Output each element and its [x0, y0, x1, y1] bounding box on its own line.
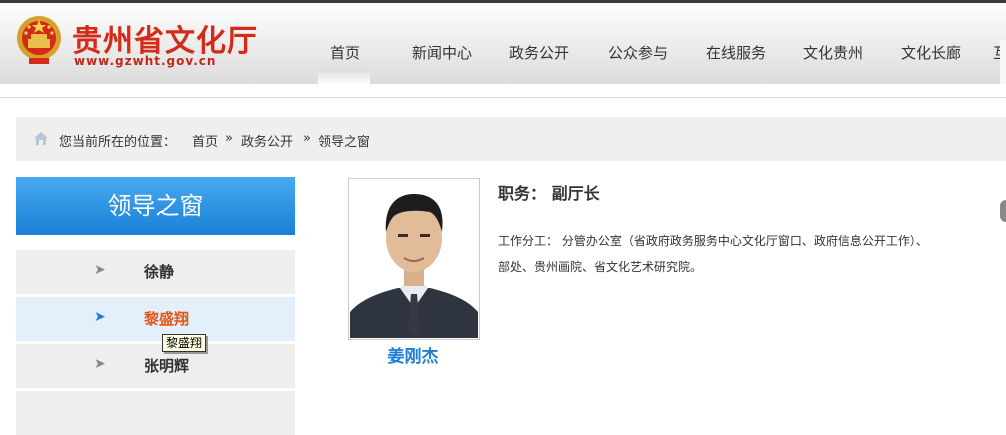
scroll-handle[interactable]: [1000, 200, 1006, 222]
national-emblem-icon[interactable]: [14, 12, 64, 68]
breadcrumb-separator: »: [303, 131, 311, 146]
breadcrumb-leaders-window[interactable]: 领导之窗: [318, 131, 370, 150]
sidebar-item-li-shengxiang[interactable]: ➤ 黎盛翔: [16, 297, 295, 341]
portrait-image: [350, 180, 478, 338]
duty-text: 部处、贵州画院、省文化艺术研究院。: [498, 260, 703, 274]
leader-name[interactable]: 姜刚杰: [348, 342, 478, 367]
nav-active-indicator: [318, 69, 370, 84]
breadcrumb: 您当前所在的位置： 首页 » 政务公开 » 领导之窗: [16, 117, 1006, 161]
breadcrumb-home[interactable]: 首页: [192, 131, 218, 150]
sidebar-item-label: 徐静: [144, 263, 175, 281]
position-title: 职务： 副厅长: [498, 184, 600, 203]
nav-culture-gallery[interactable]: 文化长廊: [901, 42, 961, 63]
header-edge: [1000, 40, 1006, 84]
top-line: [0, 0, 1006, 3]
sidebar-item-zhang-minghui[interactable]: ➤ 张明辉: [16, 344, 295, 388]
tooltip: 黎盛翔: [162, 334, 207, 352]
breadcrumb-separator: »: [225, 131, 233, 146]
nav-public-participation[interactable]: 公众参与: [608, 42, 668, 63]
arrow-right-icon: ➤: [94, 309, 106, 325]
breadcrumb-prefix: 您当前所在的位置：: [59, 135, 177, 150]
duty-text: 工作分工： 分管办公室（省政府政务服务中心文化厅窗口、政府信息公开工作）、: [498, 234, 928, 248]
nav-culture-guizhou[interactable]: 文化贵州: [803, 42, 863, 63]
leader-photo: [348, 178, 480, 340]
nav-government-affairs[interactable]: 政务公开: [509, 42, 569, 63]
nav-home[interactable]: 首页: [330, 42, 360, 63]
breadcrumb-government-affairs[interactable]: 政务公开: [241, 131, 293, 150]
site-header: 贵州省文化厅 www.gzwht.gov.cn 首页 新闻中心 政务公开 公众参…: [0, 0, 1006, 84]
nav-news[interactable]: 新闻中心: [412, 42, 472, 63]
home-icon[interactable]: [34, 132, 48, 145]
site-url: www.gzwht.gov.cn: [74, 54, 217, 68]
sidebar-title: 领导之窗: [16, 177, 295, 235]
arrow-right-icon: ➤: [94, 262, 106, 278]
nav-online-services[interactable]: 在线服务: [706, 42, 766, 63]
arrow-right-icon: ➤: [94, 356, 106, 372]
sidebar-item-next[interactable]: [16, 391, 295, 435]
divider: [0, 97, 1006, 98]
sidebar-item-label: 黎盛翔: [144, 310, 190, 328]
sidebar-item-label: 张明辉: [144, 357, 190, 375]
sidebar-item-xu-jing[interactable]: ➤ 徐静: [16, 250, 295, 294]
